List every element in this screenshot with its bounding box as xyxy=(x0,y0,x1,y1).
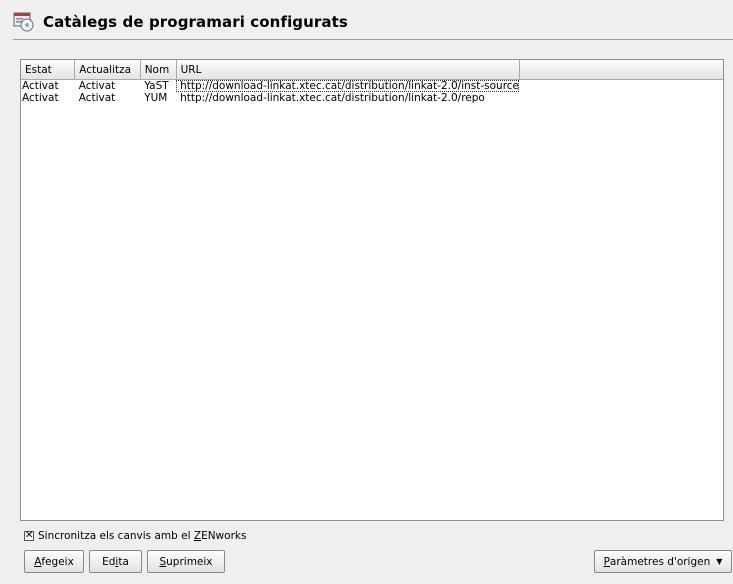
sync-zenworks-checkbox[interactable]: ✕ xyxy=(24,531,34,541)
page-title: Catàlegs de programari configurats xyxy=(43,13,348,31)
column-header-actualitza[interactable]: Actualitza xyxy=(74,60,141,80)
table-header-row: Estat Actualitza Nom URL xyxy=(21,60,723,80)
cell-nom: YaST xyxy=(144,80,169,92)
cell-estat: Activat xyxy=(22,80,59,92)
chevron-down-icon: ▼ xyxy=(716,557,723,566)
cell-filler xyxy=(519,80,723,93)
title-divider xyxy=(13,39,733,40)
delete-button[interactable]: Suprimeix xyxy=(147,550,225,573)
sync-zenworks-option[interactable]: ✕ Sincronitza els canvis amb el ZENworks xyxy=(24,530,246,542)
cell-url: http://download-linkat.xtec.cat/distribu… xyxy=(180,92,485,104)
cell-filler xyxy=(519,92,723,104)
cell-actualitza: Activat xyxy=(78,80,116,92)
add-button[interactable]: Afegeix xyxy=(24,550,84,573)
cell-nom: YUM xyxy=(144,92,168,104)
column-header-nom[interactable]: Nom xyxy=(140,60,177,80)
cell-url: http://download-linkat.xtec.cat/distribu… xyxy=(176,79,520,92)
check-mark-icon: ✕ xyxy=(25,530,34,541)
column-header-filler xyxy=(519,60,723,80)
catalog-table[interactable]: Estat Actualitza Nom URL Activat Activat… xyxy=(20,59,724,521)
table-row[interactable]: Activat Activat YUM http://download-link… xyxy=(21,92,723,104)
column-header-url[interactable]: URL xyxy=(176,60,520,80)
column-header-estat[interactable]: Estat xyxy=(21,60,76,80)
cell-estat: Activat xyxy=(22,92,59,104)
title-bar: Catàlegs de programari configurats xyxy=(13,9,733,35)
edit-button[interactable]: Ed i ta xyxy=(89,550,142,573)
cell-actualitza: Activat xyxy=(78,92,116,104)
sync-zenworks-label: Sincronitza els canvis amb el ZENworks xyxy=(38,530,247,542)
catalog-window-icon xyxy=(13,12,34,32)
source-parameters-button[interactable]: Paràmetres d'origen ▼ xyxy=(594,550,732,573)
table-row[interactable]: Activat Activat YaST http://download-lin… xyxy=(21,79,723,93)
